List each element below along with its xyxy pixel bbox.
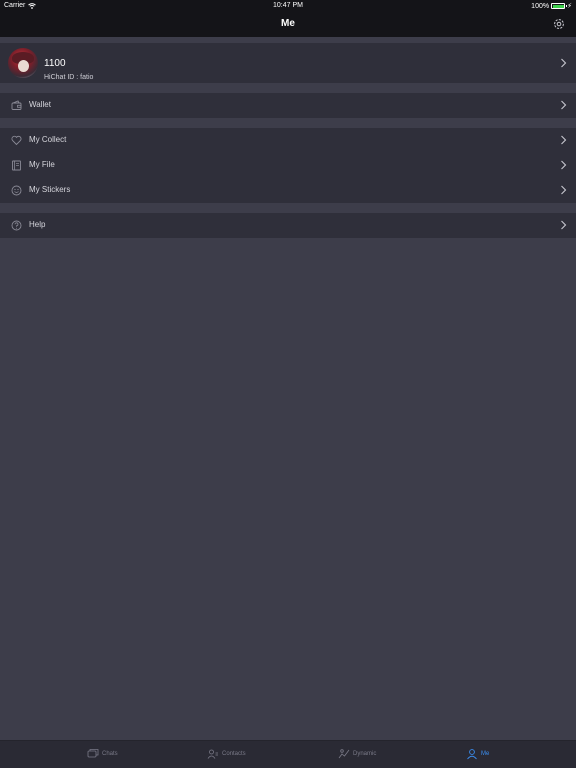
help-row[interactable]: Help bbox=[0, 213, 576, 238]
dynamic-icon bbox=[338, 749, 350, 759]
my-stickers-row[interactable]: My Stickers bbox=[0, 178, 576, 203]
chevron-right-icon bbox=[561, 160, 567, 170]
profile-name: 1100 bbox=[44, 58, 66, 69]
wallet-row[interactable]: Wallet bbox=[0, 93, 576, 118]
settings-gear-icon[interactable] bbox=[552, 17, 566, 31]
tab-contacts-label: Contacts bbox=[222, 751, 246, 757]
my-stickers-label: My Stickers bbox=[29, 185, 71, 194]
my-collect-label: My Collect bbox=[29, 135, 67, 144]
status-time: 10:47 PM bbox=[273, 2, 303, 9]
chevron-right-icon bbox=[561, 220, 567, 230]
tab-dynamic-label: Dynamic bbox=[353, 751, 377, 757]
tab-dynamic[interactable]: Dynamic bbox=[338, 748, 376, 760]
charging-icon: ⚡ bbox=[567, 3, 572, 10]
wallet-icon bbox=[11, 100, 22, 110]
chevron-right-icon bbox=[561, 100, 567, 110]
my-file-row[interactable]: My File bbox=[0, 153, 576, 178]
tab-me-label: Me bbox=[481, 751, 490, 757]
chevron-right-icon bbox=[561, 185, 567, 195]
tab-bar: Chats Contacts Dynamic Me bbox=[0, 740, 576, 768]
my-file-label: My File bbox=[29, 160, 55, 169]
contacts-icon bbox=[207, 749, 218, 759]
help-label: Help bbox=[29, 220, 46, 229]
chevron-right-icon bbox=[561, 58, 567, 68]
chats-icon bbox=[87, 749, 99, 758]
tab-chats[interactable]: Chats bbox=[87, 748, 118, 760]
chevron-right-icon bbox=[561, 135, 567, 145]
profile-row[interactable]: 1100 HiChat ID : fatio bbox=[0, 43, 576, 83]
hichat-id: HiChat ID : fatio bbox=[44, 74, 94, 81]
tab-me[interactable]: Me bbox=[466, 748, 489, 760]
navigation-bar: Me bbox=[0, 12, 576, 37]
avatar bbox=[8, 48, 38, 78]
battery-status: 100% ⚡ bbox=[531, 2, 572, 11]
status-bar: Carrier 10:47 PM 100% ⚡ bbox=[0, 0, 576, 12]
me-icon bbox=[467, 749, 477, 760]
tab-contacts[interactable]: Contacts bbox=[207, 748, 246, 760]
file-icon bbox=[12, 160, 21, 171]
battery-percent: 100% bbox=[531, 2, 550, 10]
my-collect-row[interactable]: My Collect bbox=[0, 128, 576, 153]
battery-icon bbox=[551, 3, 568, 9]
settings-list: 1100 HiChat ID : fatio Wallet My Collect bbox=[0, 37, 576, 238]
heart-icon bbox=[11, 135, 22, 146]
wallet-label: Wallet bbox=[29, 100, 51, 109]
page-title: Me bbox=[281, 18, 295, 29]
help-circle-icon bbox=[11, 220, 22, 231]
smiley-icon bbox=[11, 185, 22, 196]
tab-chats-label: Chats bbox=[102, 751, 118, 757]
